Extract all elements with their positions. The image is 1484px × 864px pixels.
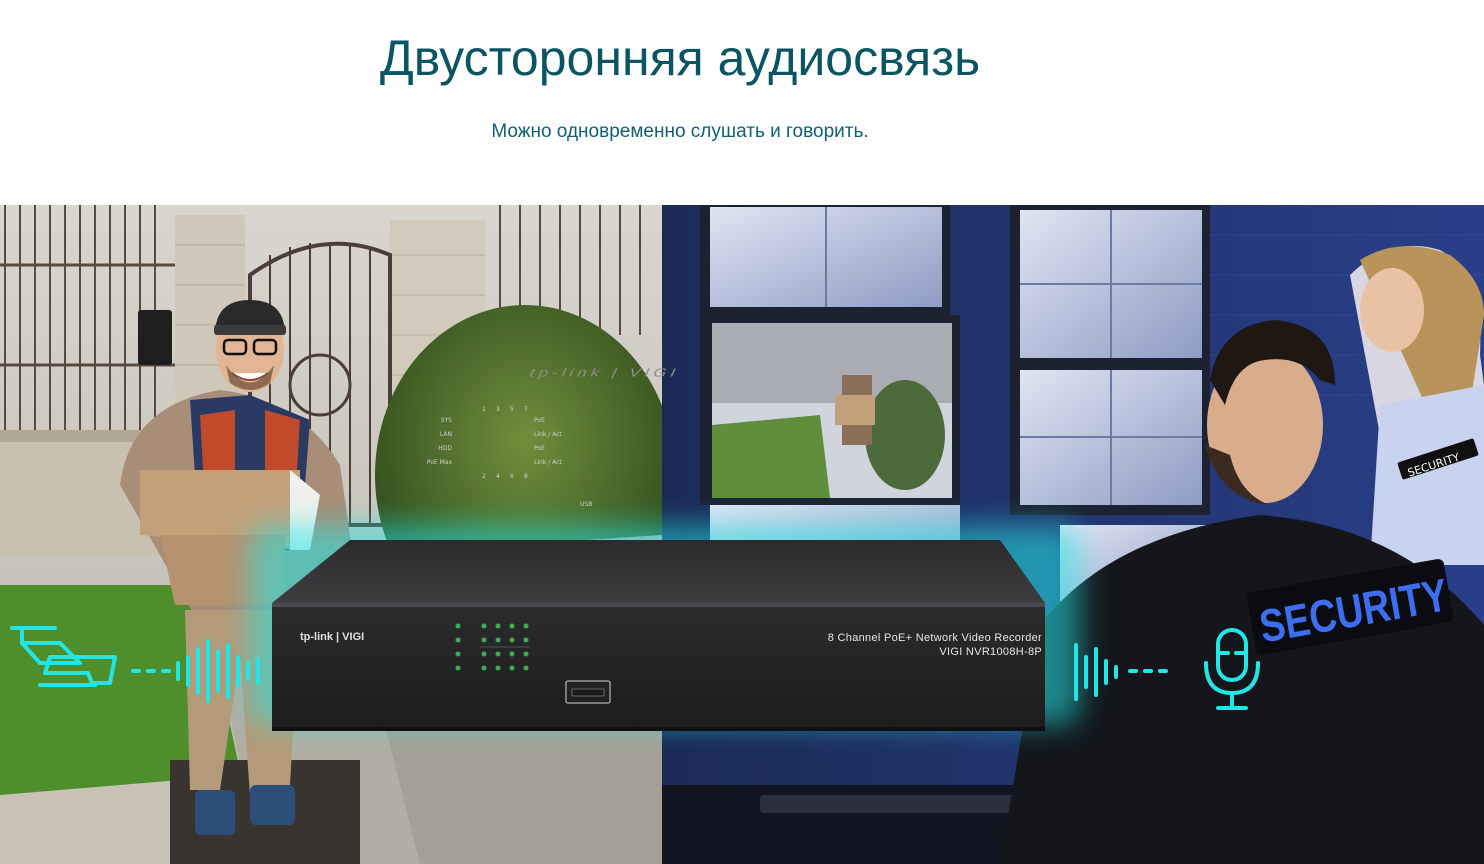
nvr-top-logo: tp-link | VIGI xyxy=(527,366,683,380)
led-label-lan: LAN xyxy=(439,431,452,438)
port-number-6: 6 xyxy=(510,473,514,480)
nvr-model-number: VIGI NVR1008H-8P xyxy=(939,646,1042,658)
port-label-link-top: Link / Act xyxy=(534,431,562,438)
nvr-front-logo: tp-link | VIGI xyxy=(300,631,365,643)
port-number-8: 8 xyxy=(524,473,528,480)
usb-port-label: USB xyxy=(580,501,593,508)
led-label-sys: SYS xyxy=(440,417,452,424)
port-label-poe-bottom: PoE xyxy=(534,445,545,452)
feature-banner-image: SECURITY SECURITY tp-link | VIGI tp-link… xyxy=(0,205,1484,864)
page-subtitle: Можно одновременно слушать и говорить. xyxy=(491,121,869,142)
port-number-5: 5 xyxy=(510,406,514,413)
port-number-3: 3 xyxy=(496,406,500,413)
port-number-7: 7 xyxy=(524,406,528,413)
port-label-link-bottom: Link / Act xyxy=(534,459,562,466)
led-label-poe-max: PoE Max xyxy=(426,459,452,466)
port-number-4: 4 xyxy=(496,473,500,480)
port-label-poe-top: PoE xyxy=(534,417,545,424)
page: Двусторонняя аудиосвязь Можно одновремен… xyxy=(0,0,1484,864)
nvr-model-description: 8 Channel PoE+ Network Video Recorder xyxy=(827,632,1042,644)
led-label-hdd: HDD xyxy=(438,445,452,452)
page-title: Двусторонняя аудиосвязь xyxy=(379,29,981,86)
port-number-2: 2 xyxy=(482,473,486,480)
port-number-1: 1 xyxy=(482,406,486,413)
